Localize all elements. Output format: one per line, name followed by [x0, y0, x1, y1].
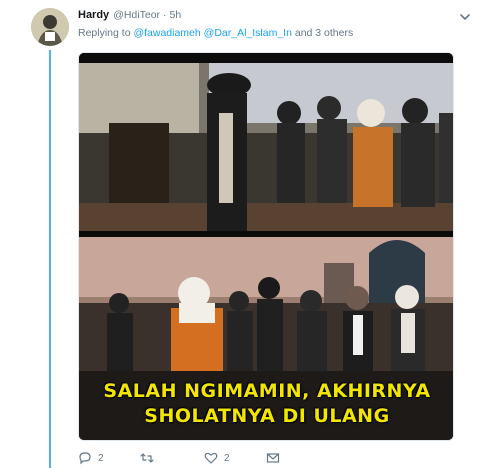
- avatar-image: [31, 8, 69, 46]
- chevron-down-icon[interactable]: [458, 10, 472, 24]
- replying-to: Replying to @fawadiameh @Dar_Al_Islam_In…: [78, 27, 353, 39]
- heart-icon: [204, 452, 218, 464]
- message-button[interactable]: [266, 451, 286, 465]
- like-button[interactable]: 2: [204, 451, 266, 465]
- tweet-media[interactable]: SALAH NGIMAMIN, AKHIRNYA SHOLATNYA DI UL…: [78, 52, 454, 441]
- caption-line-2: SHOLATNYA DI ULANG: [144, 405, 390, 427]
- thread-line: [49, 50, 51, 468]
- caption-line-1: SALAH NGIMAMIN, AKHIRNYA: [103, 380, 431, 402]
- timestamp[interactable]: 5h: [170, 9, 182, 21]
- tweet-header: Hardy @HdiTeor · 5h: [78, 9, 480, 25]
- tweet-actions: 2 2: [78, 449, 378, 467]
- mention-link[interactable]: @Dar_Al_Islam_In: [204, 27, 292, 39]
- reply-icon: [79, 452, 91, 465]
- separator-dot: ·: [163, 9, 167, 21]
- author-handle[interactable]: @HdiTeor: [113, 9, 160, 21]
- like-count: 2: [224, 452, 230, 464]
- replying-prefix: Replying to: [78, 27, 131, 39]
- envelope-icon: [266, 453, 280, 463]
- retweet-icon: [140, 453, 154, 463]
- replying-suffix[interactable]: and 3 others: [295, 27, 353, 39]
- reply-button[interactable]: 2: [78, 451, 140, 465]
- retweet-button[interactable]: [140, 451, 204, 465]
- author-name[interactable]: Hardy: [78, 9, 109, 21]
- mention-link[interactable]: @fawadiameh: [133, 27, 200, 39]
- reply-count: 2: [98, 452, 104, 464]
- avatar[interactable]: [31, 8, 69, 46]
